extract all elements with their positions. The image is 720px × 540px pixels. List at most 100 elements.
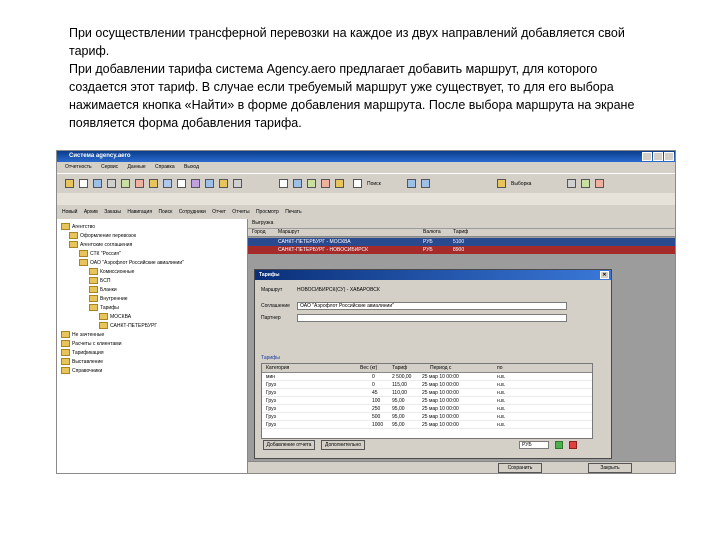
toolbar-button[interactable]: Печать xyxy=(285,205,301,219)
back-icon[interactable] xyxy=(407,179,416,188)
tree-item[interactable]: ОАО "Аэрофлот Российские авиалинии" xyxy=(79,259,184,267)
grid-row[interactable]: Груз 250 95,00 25 мар 10 00:00 н.в. xyxy=(262,405,592,413)
column-header[interactable]: Тариф xyxy=(453,229,468,236)
search-label: Поиск xyxy=(367,181,381,187)
archive-icon[interactable] xyxy=(219,179,228,188)
folder-icon xyxy=(89,286,98,294)
column-header[interactable]: по xyxy=(497,364,503,372)
tree-item[interactable]: Бланки xyxy=(89,286,117,294)
cancel-icon[interactable] xyxy=(321,179,330,188)
grid-row[interactable]: Груз 500 95,00 25 мар 10 00:00 н.в. xyxy=(262,413,592,421)
toolbar-button[interactable]: Архив xyxy=(84,205,98,219)
agreement-field[interactable]: ОАО "Аэрофлот Российские авиалинии" xyxy=(297,302,567,310)
toolbar-button[interactable]: Заказы xyxy=(104,205,121,219)
column-header[interactable]: Тариф xyxy=(392,364,407,372)
document-icon[interactable] xyxy=(79,179,88,188)
grid-row[interactable]: мин 0 2 500,00 25 мар 10 00:00 н.в. xyxy=(262,373,592,381)
tree-item[interactable]: Комиссионные xyxy=(89,268,134,276)
pick-icon[interactable] xyxy=(497,179,506,188)
column-header[interactable]: Период с xyxy=(430,364,451,372)
maximize-button[interactable] xyxy=(653,152,663,161)
delete-icon[interactable] xyxy=(135,179,144,188)
close-button[interactable] xyxy=(664,152,674,161)
menu-item[interactable]: Сервис xyxy=(101,164,118,170)
forward-icon[interactable] xyxy=(421,179,430,188)
delete-icon[interactable] xyxy=(569,441,577,449)
table-row[interactable]: САНКТ-ПЕТЕРБУРГ - МОСКВА РУБ 5100 xyxy=(248,238,675,246)
tool-icon[interactable] xyxy=(581,179,590,188)
refresh-icon[interactable] xyxy=(121,179,130,188)
folder-icon[interactable] xyxy=(65,179,74,188)
calendar-icon[interactable] xyxy=(205,179,214,188)
print-icon[interactable] xyxy=(107,179,116,188)
filter-icon[interactable] xyxy=(163,179,172,188)
users-icon[interactable] xyxy=(279,179,288,188)
tree-item[interactable]: Не зачтенные xyxy=(61,331,104,339)
export-icon[interactable] xyxy=(335,179,344,188)
toolbar-button[interactable]: Новый xyxy=(62,205,77,219)
extra-button[interactable]: Дополнительно xyxy=(321,440,365,450)
menu-item[interactable]: Отчетность xyxy=(65,164,92,170)
settings-icon[interactable] xyxy=(233,179,242,188)
save-icon[interactable] xyxy=(93,179,102,188)
route-value: НОВОСИБИРСК(СУ) - ХАБАРОВСК xyxy=(297,287,380,293)
add-report-button[interactable]: Добавление отчета xyxy=(263,440,315,450)
folder-icon xyxy=(69,232,78,240)
tree-item[interactable]: Оформление перевозок xyxy=(69,232,136,240)
tree-item[interactable]: Справочники xyxy=(61,367,102,375)
folder-icon xyxy=(61,223,70,231)
tree-item[interactable]: Внутренние xyxy=(89,295,128,303)
minimize-button[interactable] xyxy=(642,152,652,161)
toolbar-icons: Поиск Выборка xyxy=(57,173,675,195)
report-icon[interactable] xyxy=(191,179,200,188)
column-header[interactable]: Валюта xyxy=(423,229,441,236)
copy-icon[interactable] xyxy=(149,179,158,188)
toolbar-button[interactable]: Отчеты xyxy=(232,205,249,219)
tree-item[interactable]: САНКТ-ПЕТЕРБУРГ xyxy=(99,322,157,330)
table-row[interactable]: САНКТ-ПЕТЕРБУРГ - НОВОСИБИРСК РУБ 8900 xyxy=(248,246,675,254)
close-icon[interactable]: ✕ xyxy=(600,271,609,279)
text-line: появляется форма добавления тарифа. xyxy=(69,116,302,130)
edit-icon[interactable] xyxy=(177,179,186,188)
save-button[interactable]: Сохранить xyxy=(498,463,542,473)
table-header: Город Маршрут Валюта Тариф xyxy=(248,229,675,237)
tree-item[interactable]: Выставление xyxy=(61,358,103,366)
tree-item[interactable]: Тарифы xyxy=(89,304,119,312)
check-icon[interactable] xyxy=(307,179,316,188)
menu-item[interactable]: Справка xyxy=(155,164,175,170)
tree-item[interactable]: Агентство xyxy=(61,223,95,231)
search-icon[interactable] xyxy=(353,179,362,188)
tool-icon[interactable] xyxy=(567,179,576,188)
close-button[interactable]: Закрыть xyxy=(588,463,632,473)
tree-item[interactable]: БСП xyxy=(89,277,110,285)
toolbar-button[interactable]: Поиск xyxy=(158,205,172,219)
menu-item[interactable]: Выход xyxy=(184,164,199,170)
tree-item[interactable]: МОСКВА xyxy=(99,313,131,321)
toolbar-button[interactable]: Сотрудники xyxy=(179,205,206,219)
tree-item[interactable]: Расчеты с клиентами xyxy=(61,340,122,348)
app-title: Система agency.aero xyxy=(69,153,131,159)
grid-row[interactable]: Груз 45 110,00 25 мар 10 00:00 н.в. xyxy=(262,389,592,397)
column-header[interactable]: Маршрут xyxy=(278,229,299,236)
tool-icon[interactable] xyxy=(595,179,604,188)
column-header[interactable]: Категория xyxy=(266,364,289,372)
partner-field[interactable] xyxy=(297,314,567,322)
column-header[interactable]: Город xyxy=(252,229,266,236)
grid-row[interactable]: Груз 0 115,00 25 мар 10 00:00 н.в. xyxy=(262,381,592,389)
currency-select[interactable]: РУБ xyxy=(519,441,549,449)
mail-icon[interactable] xyxy=(293,179,302,188)
tree-item[interactable]: Агентские соглашения xyxy=(69,241,132,249)
tree-item[interactable]: Тарификация xyxy=(61,349,104,357)
toolbar-button[interactable]: Отчет xyxy=(212,205,226,219)
menu-bar: Отчетность Сервис Данные Справка Выход xyxy=(57,162,675,172)
toolbar-button[interactable]: Навигация xyxy=(127,205,152,219)
tree-item[interactable]: СТК "Россия" xyxy=(79,250,121,258)
grid-row[interactable]: Груз 100 95,00 25 мар 10 00:00 н.в. xyxy=(262,397,592,405)
folder-icon xyxy=(61,367,70,375)
toolbar-button[interactable]: Просмотр xyxy=(256,205,279,219)
menu-item[interactable]: Данные xyxy=(128,164,146,170)
add-icon[interactable] xyxy=(555,441,563,449)
column-header[interactable]: Вес (кг) xyxy=(360,364,377,372)
folder-icon xyxy=(99,322,108,330)
grid-row[interactable]: Груз 1000 95,00 25 мар 10 00:00 н.в. xyxy=(262,421,592,429)
